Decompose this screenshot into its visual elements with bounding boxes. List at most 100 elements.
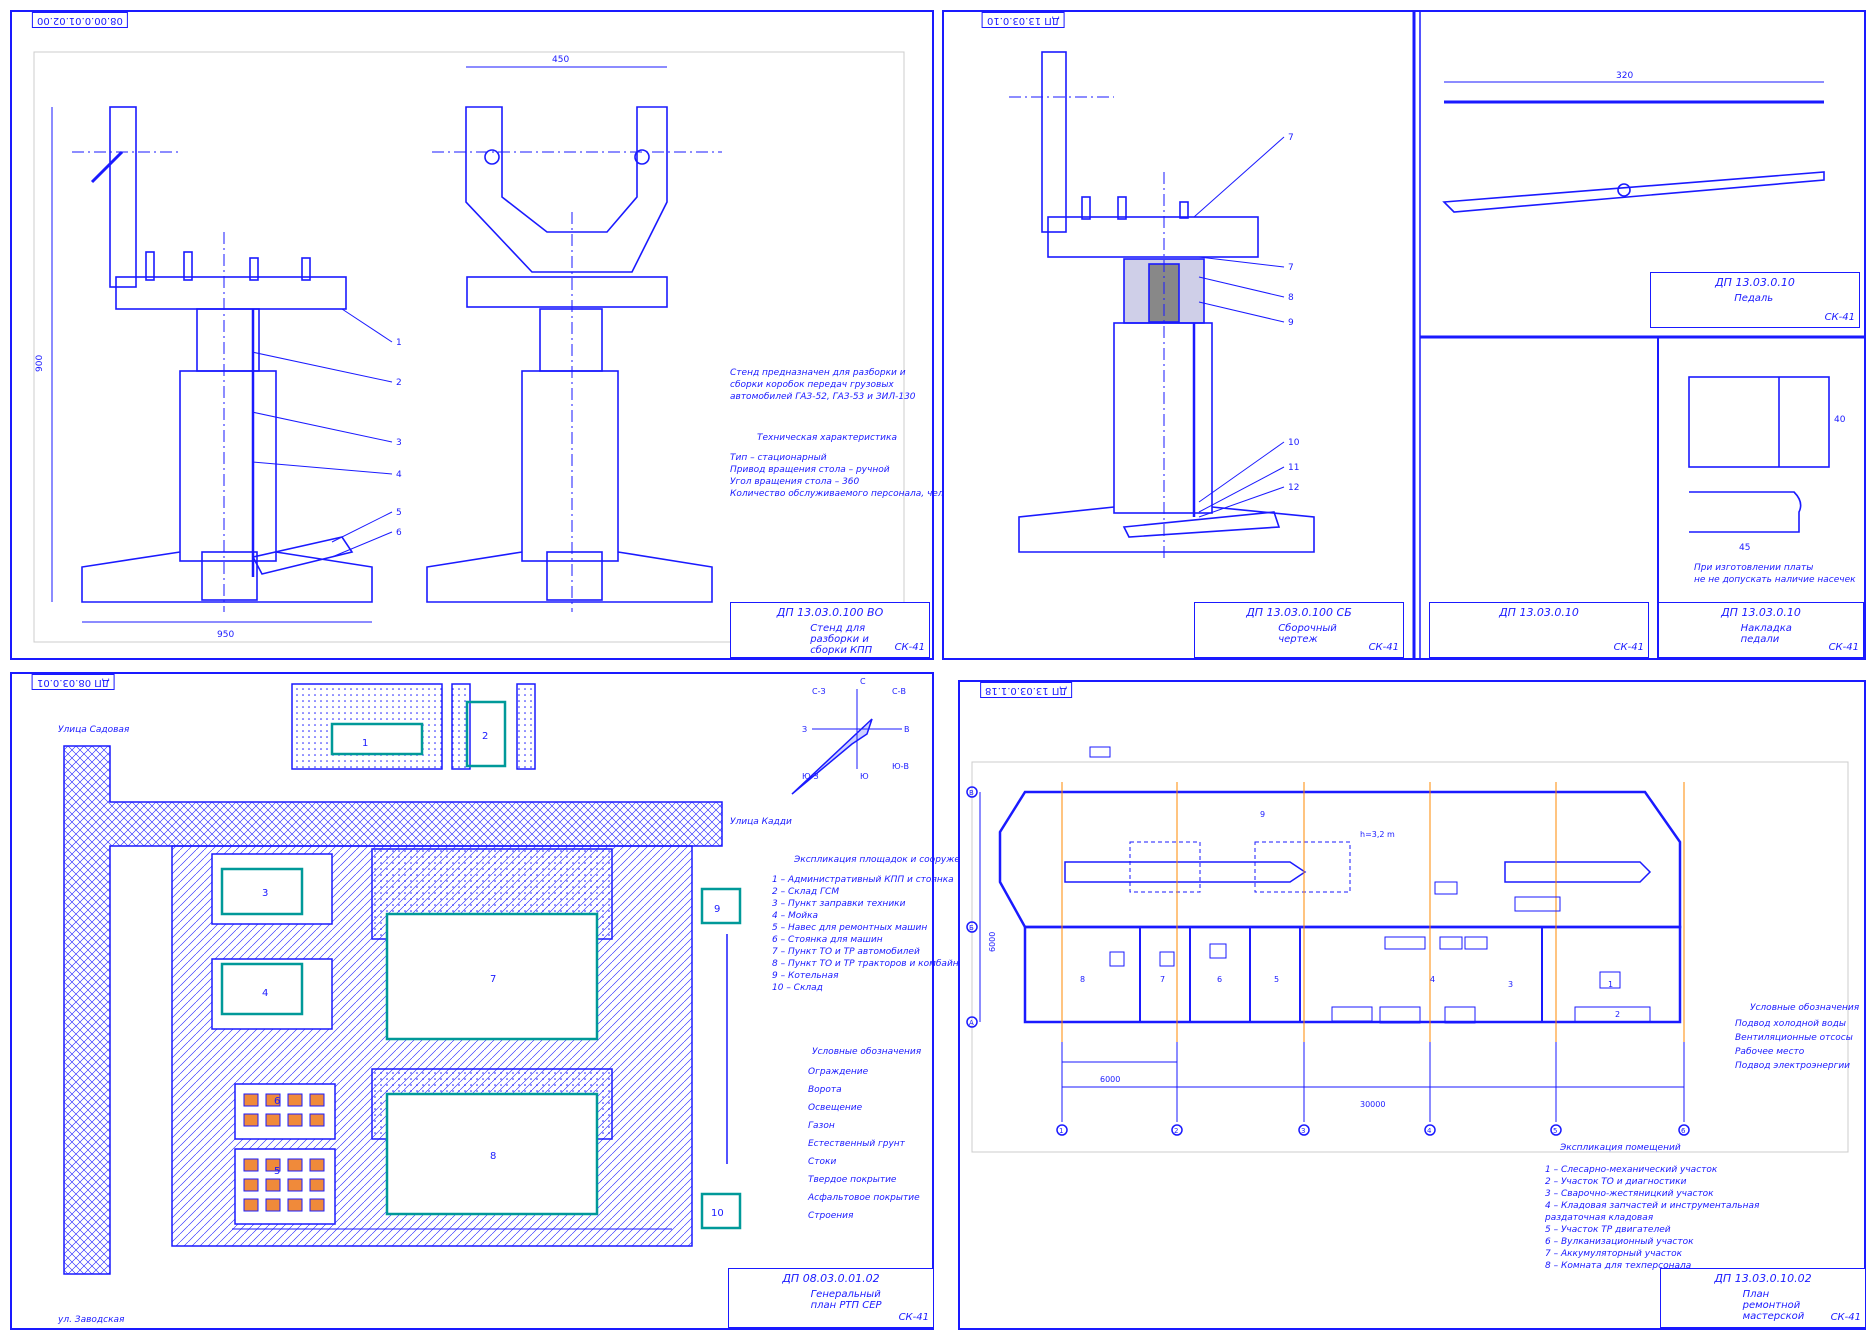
room-number: 7 xyxy=(1160,975,1165,984)
leader-label: 8 xyxy=(1288,293,1294,303)
drawing-sheet-assembly: 7 7 8 9 10 11 12 320 40 45 При изготовле… xyxy=(942,10,1866,660)
expl-item: 3 – Сварочно-жестяницкий участок xyxy=(1545,1189,1714,1199)
legend-item: 3 – Пункт заправки техники xyxy=(772,899,906,909)
symbols-legend: Ограждение Ворота Освещение Газон Естест… xyxy=(772,1066,932,1228)
symbol-item: Естественный грунт xyxy=(808,1139,905,1149)
title-block-title: Сборочный чертеж xyxy=(1278,623,1337,645)
plate-dim-w: 45 xyxy=(1739,543,1750,553)
building-label: 2 xyxy=(482,731,488,742)
legend-item: 5 – Навес для ремонтных машин xyxy=(772,923,928,933)
legend-item: 7 – Пункт ТО и ТР автомобилей xyxy=(772,947,920,957)
building-label: 4 xyxy=(262,988,268,999)
wind-label: Ю xyxy=(860,772,869,781)
leader-label: 6 xyxy=(396,528,402,538)
leader-label: 9 xyxy=(1288,318,1294,328)
legend-item: 2 – Склад ГСМ xyxy=(772,887,840,897)
building-label: 8 xyxy=(490,1151,496,1162)
tech-line: Угол вращения стола – 360 xyxy=(730,477,860,487)
room-number: 4 xyxy=(1430,975,1435,984)
room-number: 9 xyxy=(1260,810,1265,819)
road-label: Улица Кадди xyxy=(730,817,792,827)
symbol-item: Ворота xyxy=(808,1085,842,1095)
leader-label: 7 xyxy=(1288,133,1294,143)
title-block: ДП 13.03.0.10 СК-41 xyxy=(1429,602,1649,658)
legend-title: Условные обозначения xyxy=(1750,1003,1860,1013)
axis-label: 6 xyxy=(1681,1127,1686,1135)
title-block-group: СК-41 xyxy=(898,1312,929,1323)
leader-label: 2 xyxy=(396,378,402,388)
sheet-stamp: ДП 13.03.0.1.18 xyxy=(980,682,1073,698)
title-block: ДП 08.03.0.01.02 Генеральный план РТП СЕ… xyxy=(728,1268,934,1328)
building-label: 9 xyxy=(714,904,720,915)
site-plan-drawing: 1 2 3 4 5 6 7 8 9 10 С С-В В Ю-В Ю Ю-З З… xyxy=(63,677,910,1275)
legend-item: Рабочее место xyxy=(1735,1047,1805,1057)
axis-label: 4 xyxy=(1427,1127,1432,1135)
title-block-code: ДП 13.03.0.100 СБ xyxy=(1246,606,1352,619)
tech-line: Тип – стационарный xyxy=(730,453,827,463)
symbol-item: Твердое покрытие xyxy=(808,1175,897,1185)
legend-item: Подвод холодной воды xyxy=(1735,1019,1846,1029)
dim-height: 900 xyxy=(35,355,45,372)
drawing-sheet-stand: 450 900 950 1 2 3 4 5 6 Стенд предназнач… xyxy=(10,10,962,660)
expl-item: 1 – Слесарно-механический участок xyxy=(1545,1165,1718,1175)
legend-item: 9 – Котельная xyxy=(772,971,839,981)
expl-item: 7 – Аккумуляторный участок xyxy=(1545,1249,1683,1259)
axis-label: В xyxy=(969,789,974,797)
tech-line: Количество обслуживаемого персонала, чел… xyxy=(730,489,963,499)
expl-item: 4 – Кладовая запчастей и инструментальна… xyxy=(1545,1201,1760,1223)
title-block-title: Педаль xyxy=(1734,293,1774,304)
room-number: 3 xyxy=(1508,980,1513,989)
tech-line: Привод вращения стола – ручной xyxy=(730,465,890,475)
room-number: 6 xyxy=(1217,975,1222,984)
title-block-title: Стенд для разборки и сборки КПП xyxy=(810,623,873,656)
dim-bay: 6000 xyxy=(1100,1075,1120,1084)
title-block: ДП 13.03.0.10 Педаль СК-41 xyxy=(1650,272,1860,328)
title-block-group: СК-41 xyxy=(1613,642,1644,653)
site-legend: 1 – Административный КПП и стоянка 2 – С… xyxy=(772,874,970,994)
wind-label: С-В xyxy=(892,687,906,696)
wind-label: В xyxy=(904,725,910,734)
pedal-dim: 320 xyxy=(1616,71,1633,81)
title-block-group: СК-41 xyxy=(1830,1312,1861,1323)
dim-top: 450 xyxy=(552,55,569,65)
expl-item: 5 – Участок ТР двигателей xyxy=(1545,1225,1671,1235)
symbol-item: Стоки xyxy=(808,1157,837,1167)
plate-note: При изготовлении платы не не допускать н… xyxy=(1694,563,1856,585)
leader-label: 7 xyxy=(1288,263,1294,273)
title-block-title: Накладка педали xyxy=(1740,623,1792,645)
title-block: ДП 13.03.0.10 Накладка педали СК-41 xyxy=(1658,602,1864,658)
wind-label: Ю-В xyxy=(892,762,909,771)
title-block-code: ДП 13.03.0.10.02 xyxy=(1714,1272,1812,1285)
wind-label: С-З xyxy=(812,687,826,696)
title-block: ДП 13.03.0.10.02 План ремонтной мастерск… xyxy=(1660,1268,1866,1328)
symbol-item: Ограждение xyxy=(808,1067,869,1077)
wind-label: Ю-З xyxy=(802,772,819,781)
building-label: 5 xyxy=(274,1166,280,1177)
title-block-title: Генеральный план РТП СЕР xyxy=(810,1289,882,1311)
axis-label: 3 xyxy=(1301,1127,1305,1135)
axis-label: А xyxy=(969,1019,974,1027)
dim-h2: 6000 xyxy=(988,932,997,952)
title-block-code: ДП 13.03.0.10 xyxy=(1715,276,1795,289)
title-block-group: СК-41 xyxy=(894,642,925,653)
legend-title: Экспликация площадок и сооружений xyxy=(794,855,978,865)
title-block-title: План ремонтной мастерской xyxy=(1742,1289,1805,1322)
drawing-sheet-site-plan: 1 2 3 4 5 6 7 8 9 10 С С-В В Ю-В Ю Ю-З З… xyxy=(10,672,977,1330)
title-block-code: ДП 13.03.0.10 xyxy=(1499,606,1579,619)
leader-label: 3 xyxy=(396,438,402,448)
symbol-item: Газон xyxy=(808,1121,835,1131)
legend-item: Подвод электроэнергии xyxy=(1735,1061,1851,1071)
dim-bottom: 950 xyxy=(217,630,234,640)
sheet-stamp: 08.00.0.01.02.00 xyxy=(32,12,128,28)
title-block-group: СК-41 xyxy=(1824,312,1855,323)
stand-drawing: 450 900 950 1 2 3 4 5 6 xyxy=(33,51,905,643)
title-block-group: СК-41 xyxy=(1828,642,1859,653)
leader-label: 10 xyxy=(1288,438,1300,448)
title-block-code: ДП 08.03.0.01.02 xyxy=(782,1272,880,1285)
building-label: 3 xyxy=(262,888,268,899)
symbol-item: Асфальтовое покрытие xyxy=(808,1193,920,1203)
title-block: ДП 13.03.0.100 СБ Сборочный чертеж СК-41 xyxy=(1194,602,1404,658)
dim-total: 30000 xyxy=(1360,1100,1385,1109)
leader-label: 1 xyxy=(396,338,402,348)
sheet-stamp: ДП 13.03.0.10 xyxy=(982,12,1065,28)
